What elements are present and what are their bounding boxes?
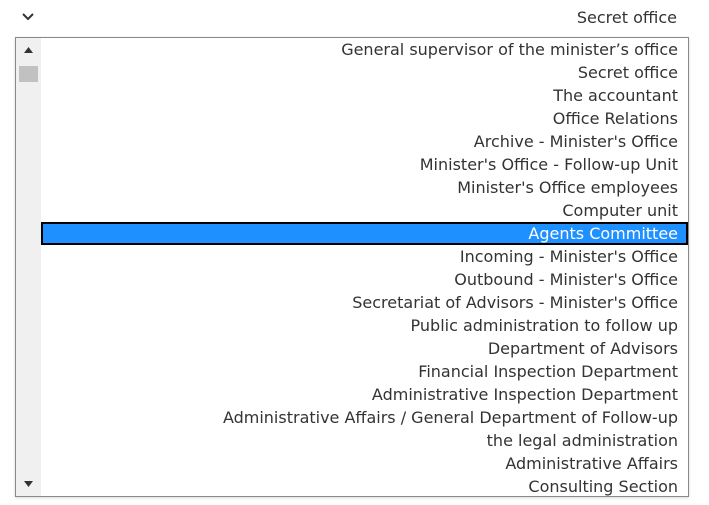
dropdown-option[interactable]: Computer unit xyxy=(41,199,688,222)
dropdown-option[interactable]: Public administration to follow up xyxy=(41,314,688,337)
select-current-value: Secret office xyxy=(576,8,677,27)
dropdown-option[interactable]: Consulting Section xyxy=(41,475,688,496)
dropdown-option[interactable]: the legal administration xyxy=(41,429,688,452)
dropdown-option[interactable]: Minister's Office employees xyxy=(41,176,688,199)
options-list: General supervisor of the minister’s off… xyxy=(41,38,688,496)
dropdown-option[interactable]: Department of Advisors xyxy=(41,337,688,360)
dropdown-option[interactable]: Administrative Affairs xyxy=(41,452,688,475)
dropdown-option[interactable]: The accountant xyxy=(41,84,688,107)
dropdown-option[interactable]: Administrative Affairs / General Departm… xyxy=(41,406,688,429)
dropdown-option[interactable]: Archive - Minister's Office xyxy=(41,130,688,153)
chevron-down-icon[interactable] xyxy=(18,6,38,26)
dropdown-option[interactable]: Secret office xyxy=(41,61,688,84)
dropdown-option[interactable]: Office Relations xyxy=(41,107,688,130)
dropdown-option[interactable]: Secretariat of Advisors - Minister's Off… xyxy=(41,291,688,314)
scrollbar[interactable] xyxy=(16,38,41,496)
scrollbar-thumb[interactable] xyxy=(19,66,38,82)
dropdown-option[interactable]: Incoming - Minister's Office xyxy=(41,245,688,268)
dropdown-list[interactable]: General supervisor of the minister’s off… xyxy=(15,37,689,497)
triangle-down-icon[interactable] xyxy=(16,472,41,496)
dropdown-option[interactable]: Administrative Inspection Department xyxy=(41,383,688,406)
dropdown-option[interactable]: General supervisor of the minister’s off… xyxy=(41,38,688,61)
department-select[interactable]: Secret office xyxy=(0,0,709,37)
dropdown-option[interactable]: Outbound - Minister's Office xyxy=(41,268,688,291)
triangle-up-icon[interactable] xyxy=(16,38,41,62)
dropdown-option[interactable]: Agents Committee xyxy=(41,222,688,245)
dropdown-option[interactable]: Financial Inspection Department xyxy=(41,360,688,383)
dropdown-option[interactable]: Minister's Office - Follow-up Unit xyxy=(41,153,688,176)
